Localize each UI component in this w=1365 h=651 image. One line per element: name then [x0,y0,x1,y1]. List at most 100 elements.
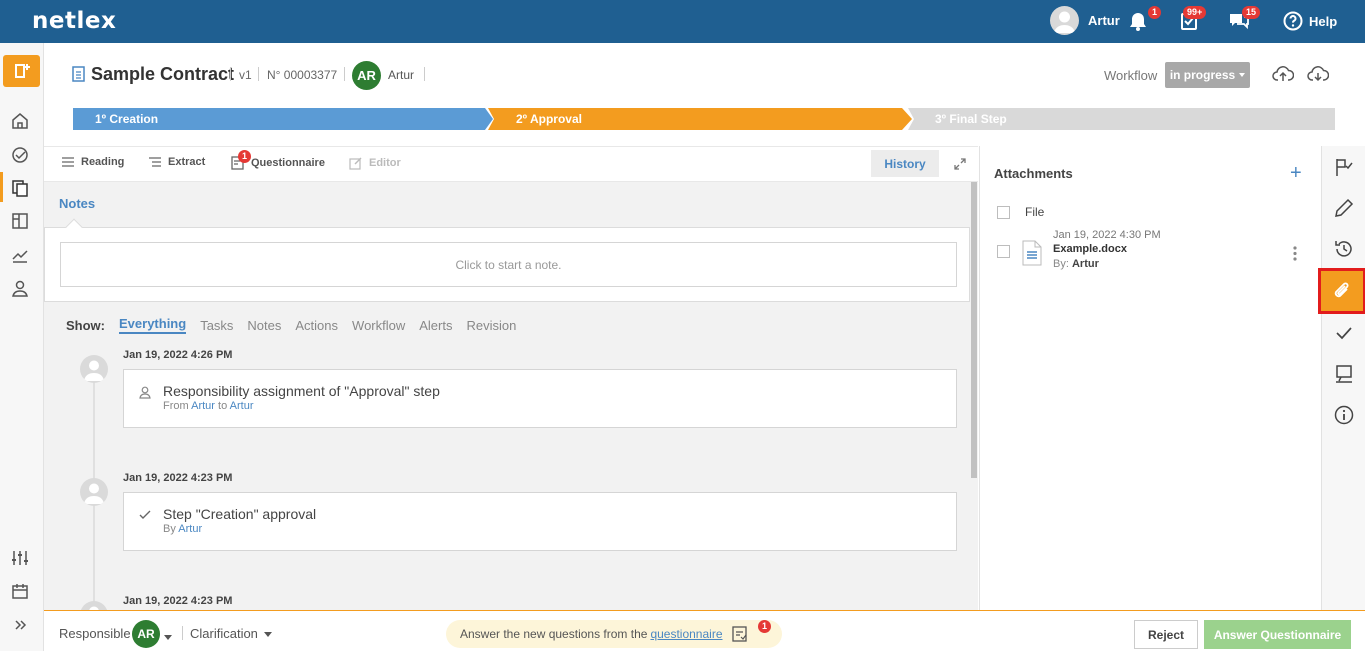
help-icon [1283,11,1303,31]
questionnaire-link[interactable]: questionnaire [650,627,722,641]
workflow-label: Workflow [1104,68,1158,83]
workflow-progress: 1º Creation 2º Approval 3º Final Step [73,108,1335,130]
select-all-checkbox[interactable] [997,206,1010,219]
document-version: v1 [239,68,252,82]
nav-active-indicator [0,172,3,202]
questionnaire-notice: Answer the new questions from the questi… [446,620,782,648]
step-approval[interactable]: 2º Approval [488,108,912,130]
attachment-author: By: Artur [1053,258,1099,270]
filter-actions[interactable]: Actions [295,318,338,333]
owner-name: Artur [388,68,415,82]
history-clock-icon[interactable] [1333,238,1355,260]
document-title: Sample Contract [91,64,235,84]
attachments-toggle-button[interactable] [1318,268,1365,314]
home-icon[interactable] [10,111,30,131]
left-nav [0,43,44,651]
documents-icon[interactable] [10,178,30,198]
responsible-dropdown-chevron-icon[interactable] [164,629,172,644]
help-link[interactable]: Help [1283,11,1337,31]
scrollbar-thumb[interactable] [971,182,977,478]
tab-reading[interactable]: Reading [61,156,124,168]
edit-icon [349,157,362,170]
attachment-checkbox[interactable] [997,245,1010,258]
right-icon-bar [1318,146,1365,610]
user-name[interactable]: Artur [1088,13,1120,28]
paperclip-icon [1334,282,1349,298]
pen-icon[interactable] [1333,197,1355,219]
from-user-link[interactable]: Artur [191,400,215,412]
filter-revision[interactable]: Revision [466,318,516,333]
reading-icon [62,157,74,167]
messages-badge: 15 [1242,6,1261,19]
cloud-download-icon[interactable] [1307,64,1329,84]
notifications-badge: 1 [1148,6,1162,19]
note-input[interactable]: Click to start a note. [60,242,957,287]
step-creation[interactable]: 1º Creation [73,108,493,130]
expand-nav-icon[interactable] [10,615,30,635]
chevron-down-icon [1239,73,1246,77]
avatar [80,478,108,506]
filter-notes[interactable]: Notes [247,318,281,333]
timeline-item: Responsibility assignment of "Approval" … [123,369,957,428]
answer-questionnaire-button[interactable]: Answer Questionnaire [1204,620,1351,649]
workflow-status-dropdown[interactable]: in progress [1165,62,1250,88]
netlex-logo[interactable]: netlex [32,8,116,34]
attachment-name[interactable]: Example.docx [1053,243,1127,255]
file-column-label: File [1025,205,1045,219]
info-icon[interactable] [1333,404,1355,426]
tab-questionnaire-label: Questionnaire [251,157,325,169]
document-tab-bar: Reading Extract Questionnaire 1 Editor [44,146,978,182]
reject-button[interactable]: Reject [1134,620,1198,649]
new-document-button[interactable] [3,55,40,87]
contacts-icon[interactable] [10,278,30,298]
filter-workflow[interactable]: Workflow [352,318,405,333]
header-divider [258,67,259,81]
timeline-item: Step "Creation" approval By Artur [123,492,957,551]
checkmark-icon[interactable] [1333,322,1355,344]
kebab-menu-icon[interactable] [1293,246,1297,261]
history-filter-bar: Show: Everything Tasks Notes Actions Wor… [66,316,530,334]
expand-icon[interactable] [953,157,967,171]
header-divider [424,67,425,81]
filter-everything[interactable]: Everything [119,316,187,334]
clarification-dropdown[interactable]: Clarification [190,626,272,641]
flag-check-icon[interactable] [1333,156,1355,178]
notes-box: Click to start a note. [44,227,970,302]
notes-tab[interactable]: Notes [59,196,95,211]
timeline-date: Jan 19, 2022 4:26 PM [123,349,233,361]
timeline-title: Step "Creation" approval [163,506,317,522]
comment-icon[interactable] [1333,363,1355,385]
tab-extract[interactable]: Extract [148,156,205,168]
reports-icon[interactable] [10,245,30,265]
responsible-avatar[interactable]: AR [132,620,160,648]
step-final[interactable]: 3º Final Step [908,108,1335,130]
by-user-link[interactable]: Artur [178,523,202,535]
bell-icon[interactable] [1127,10,1149,32]
user-avatar[interactable] [1050,6,1079,35]
from-label: From [163,400,189,412]
scrollbar[interactable] [970,182,978,610]
add-attachment-icon[interactable]: + [1290,163,1302,183]
attachments-title: Attachments [994,166,1073,181]
word-document-icon [1021,240,1043,266]
tab-history[interactable]: History [871,150,939,177]
questionnaire-badge: 1 [238,150,252,163]
board-icon[interactable] [10,211,30,231]
questionnaire-icon[interactable] [731,625,749,643]
owner-avatar[interactable]: AR [352,61,381,90]
cloud-upload-icon[interactable] [1272,64,1294,84]
to-user-link[interactable]: Artur [230,400,254,412]
new-document-icon [14,64,30,78]
notice-badge: 1 [758,620,772,633]
filter-alerts[interactable]: Alerts [419,318,452,333]
by-label: By: [1053,258,1069,270]
dashboard-icon[interactable] [10,145,30,165]
attachments-panel: Attachments + File Jan 19, 2022 4:30 PM … [979,146,1320,610]
filter-tasks[interactable]: Tasks [200,318,233,333]
bottom-divider [182,626,183,640]
settings-sliders-icon[interactable] [10,548,30,568]
calendar-icon[interactable] [10,581,30,601]
timeline-date: Jan 19, 2022 4:23 PM [123,595,233,607]
user-assign-icon [138,385,152,399]
extract-icon [149,157,161,167]
